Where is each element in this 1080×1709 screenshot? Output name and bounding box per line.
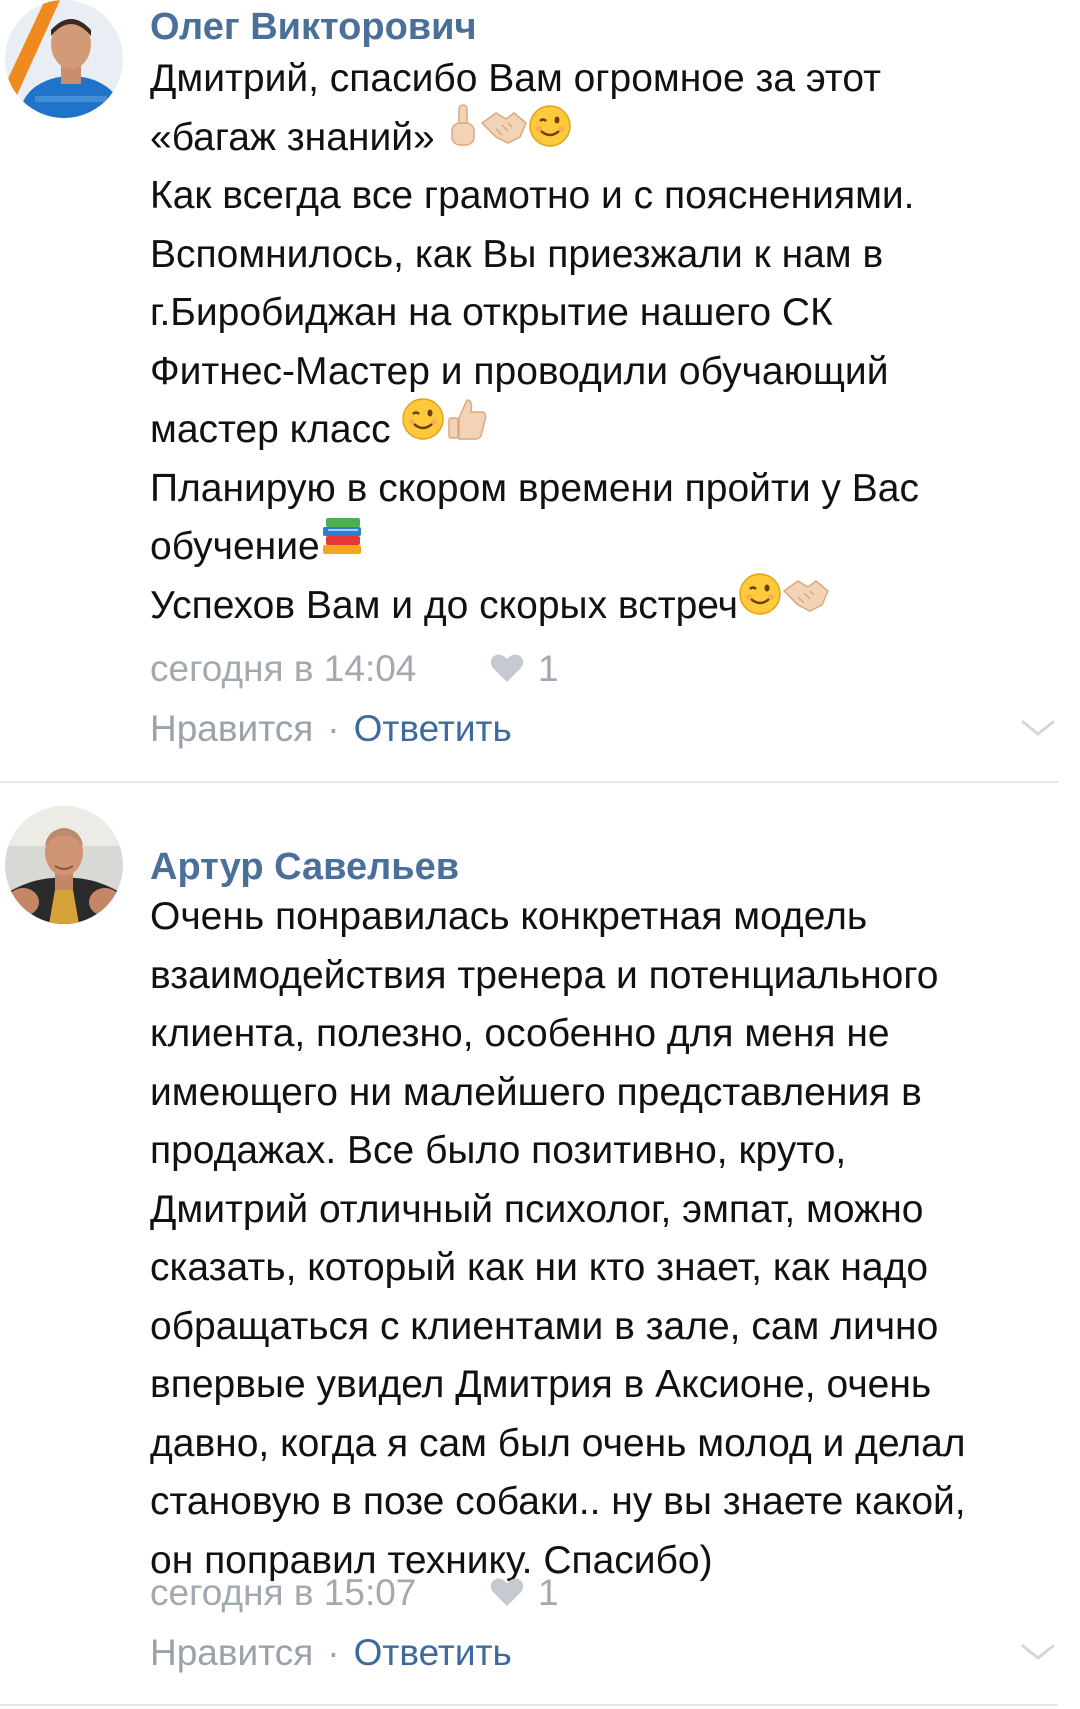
like-button[interactable]: Нравится <box>150 1632 313 1673</box>
wink-emoji <box>738 572 782 634</box>
reply-button[interactable]: Ответить <box>354 1632 512 1673</box>
comment-author[interactable]: Олег Викторович <box>150 8 477 46</box>
comment-line: сказать, который как ни кто знает, как н… <box>150 1246 929 1289</box>
like-count: 1 <box>538 1572 559 1613</box>
comment-line: обучение <box>150 517 1055 577</box>
thumbs-up-emoji <box>445 396 489 460</box>
avatar[interactable] <box>5 806 123 924</box>
comment-line: «багаж знаний» <box>150 104 1055 168</box>
avatar-photo-oleg <box>5 0 123 118</box>
heart-icon <box>490 654 524 683</box>
point-up-emoji <box>446 103 480 167</box>
comment-line: взаимодействия тренера и потенциального <box>150 953 939 997</box>
comment-line: обращаться с клиентами в зале, сам лично <box>150 1304 939 1348</box>
like-counter: 1 <box>490 1574 559 1611</box>
comment-line: имеющего ни малейшего представления в <box>150 1070 922 1114</box>
comment-actions: Нравится · Ответить <box>150 710 512 747</box>
avatar-photo-artur <box>5 806 123 924</box>
comment-line: мастер класс <box>150 398 1055 460</box>
comment-line-text: «багаж знаний» <box>150 115 446 159</box>
handshake-emoji <box>782 574 830 633</box>
comment-timestamp: сегодня в 14:04 <box>150 648 417 689</box>
comment-line-text: мастер класс <box>150 408 402 451</box>
comment-timestamp: сегодня в 15:07 <box>150 1572 417 1613</box>
comment-line: клиента, полезно, особенно для меня не <box>150 1012 890 1055</box>
comment-line-text: обучение <box>150 525 320 568</box>
avatar[interactable] <box>5 0 123 118</box>
comments-feed: Олег Викторович Дмитрий, спасибо Вам огр… <box>0 0 1080 1709</box>
comment-line: впервые увидел Дмитрия в Аксионе, очень <box>150 1363 932 1406</box>
comment-line: Планирую в скором времени пройти у Вас <box>150 466 919 510</box>
comment-line: Вспомнилось, как Вы приезжали к нам в <box>150 232 884 276</box>
comment-line: Дмитрий отличный психолог, эмпат, можно <box>150 1187 924 1231</box>
chevron-down-icon[interactable] <box>1020 718 1056 743</box>
like-counter: 1 <box>490 650 559 687</box>
like-count: 1 <box>538 648 559 689</box>
comment-author[interactable]: Артур Савельев <box>150 848 459 886</box>
wink-emoji <box>528 104 572 166</box>
like-button[interactable]: Нравится <box>150 708 313 749</box>
comment-line: продажах. Все было позитивно, круто, <box>150 1129 847 1172</box>
heart-icon <box>490 1578 524 1607</box>
comment-text: Дмитрий, спасибо Вам огромное за этот «б… <box>150 50 1055 635</box>
divider <box>0 1704 1058 1706</box>
divider <box>0 781 1058 783</box>
comment-actions: Нравится · Ответить <box>150 1634 512 1671</box>
comment-line: Фитнес-Мастер и проводили обучающий <box>150 349 889 393</box>
books-emoji <box>320 514 366 576</box>
comment-line: давно, когда я сам был очень молод и дел… <box>150 1421 966 1465</box>
comment-line: Успехов Вам и до скорых встреч <box>150 573 1055 636</box>
comment-line: г.Биробиджан на открытие нашего СК <box>150 291 833 334</box>
comment-line: Дмитрий, спасибо Вам огромное за этот <box>150 57 882 100</box>
wink-emoji <box>401 397 445 459</box>
reply-button[interactable]: Ответить <box>354 708 512 749</box>
separator: · <box>327 708 340 749</box>
comment-line: Как всегда все грамотно и с пояснениями. <box>150 174 915 217</box>
comment-text: Очень понравилась конкретная модель взаи… <box>150 888 1055 1590</box>
separator: · <box>327 1632 340 1673</box>
chevron-down-icon[interactable] <box>1020 1642 1056 1667</box>
comment-line-text: Успехов Вам и до скорых встреч <box>150 583 738 627</box>
comment: Артур Савельев Очень понравилась конкрет… <box>0 800 1080 1700</box>
comment-line: Очень понравилась конкретная модель <box>150 895 868 938</box>
handshake-emoji <box>480 106 528 165</box>
comment-line: становую в позе собаки.. ну вы знаете ка… <box>150 1480 966 1523</box>
comment: Олег Викторович Дмитрий, спасибо Вам огр… <box>0 0 1080 780</box>
